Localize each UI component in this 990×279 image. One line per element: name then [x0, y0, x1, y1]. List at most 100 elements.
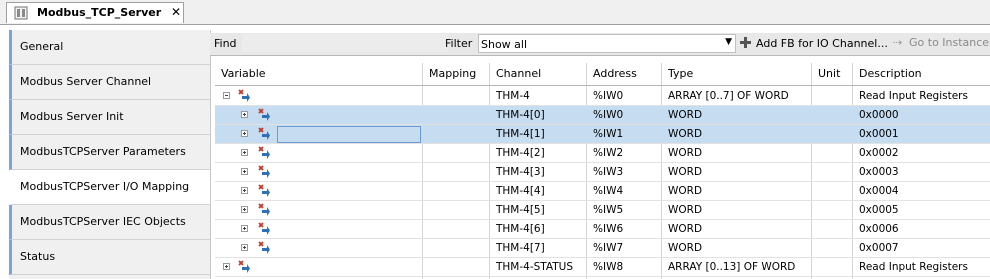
sidebar-item-modbustcpserver-iec-objects[interactable]: ModbusTCPServer IEC Objects: [9, 205, 210, 240]
collapse-icon[interactable]: [223, 92, 230, 99]
table-row[interactable]: THM-4[2] %IW2 WORD 0x0002: [215, 144, 990, 163]
io-channel-icon: [255, 222, 271, 237]
header-channel[interactable]: Channel: [490, 63, 587, 85]
go-to-instance-icon: ⇢: [893, 36, 903, 49]
sidebar-item-modbus-server-channel[interactable]: Modbus Server Channel: [9, 65, 210, 100]
sidebar-item-modbustcpserver-parameters[interactable]: ModbusTCPServer Parameters: [9, 135, 210, 170]
expand-icon[interactable]: [241, 130, 248, 137]
table-row[interactable]: THM-4[5] %IW5 WORD 0x0005: [215, 201, 990, 220]
sidebar-item-label: ModbusTCPServer Parameters: [20, 145, 186, 158]
filter-dropdown[interactable]: Show all ▼: [478, 34, 736, 53]
sidebar-item-label: ModbusTCPServer I/O Mapping: [20, 180, 190, 193]
cell-description: 0x0003: [859, 166, 899, 178]
io-channel-icon: [255, 146, 271, 161]
cell-type: WORD: [668, 109, 703, 121]
io-channel-icon: [255, 127, 271, 142]
find-label: Find: [214, 37, 237, 50]
find-input[interactable]: [242, 34, 448, 52]
go-to-instance-button[interactable]: ⇢ Go to Instance: [893, 36, 989, 49]
header-divider: [215, 85, 990, 86]
add-fb-label: Add FB for IO Channel...: [756, 37, 888, 50]
cell-channel: THM-4[4]: [496, 185, 545, 197]
cell-address: %IW7: [593, 242, 624, 254]
cell-address: %IW4: [593, 185, 624, 197]
io-channel-icon: [255, 165, 271, 180]
cell-address: %IW8: [593, 261, 624, 273]
expand-icon[interactable]: [241, 111, 248, 118]
sidebar-item-label: ModbusTCPServer IEC Objects: [20, 215, 186, 228]
cell-type: WORD: [668, 147, 703, 159]
expand-icon[interactable]: [241, 206, 248, 213]
expand-icon[interactable]: [241, 244, 248, 251]
filter-value: Show all: [481, 38, 528, 51]
table-row[interactable]: THM-4[4] %IW4 WORD 0x0004: [215, 182, 990, 201]
sidebar-item-general[interactable]: General: [9, 30, 210, 65]
header-variable[interactable]: Variable: [215, 63, 423, 85]
cell-type: WORD: [668, 128, 703, 140]
cell-address: %IW0: [593, 109, 624, 121]
cell-channel: THM-4[3]: [496, 166, 545, 178]
mapping-toolbar: Find Filter Show all ▼ Add FB for IO Cha…: [210, 33, 990, 56]
cell-address: %IW6: [593, 223, 624, 235]
expand-icon[interactable]: [241, 225, 248, 232]
cell-description: 0x0004: [859, 185, 899, 197]
cell-address: %IW1: [593, 128, 624, 140]
table-row[interactable]: THM-4[7] %IW7 WORD 0x0007: [215, 239, 990, 258]
table-row[interactable]: THM-4 %IW0 ARRAY [0..7] OF WORD Read Input …: [215, 87, 990, 106]
dropdown-arrow-icon[interactable]: ▼: [725, 37, 732, 47]
cell-type: WORD: [668, 166, 703, 178]
editor-tab-strip: Modbus_TCP_Server ✕: [0, 0, 990, 25]
cell-address: %IW0: [593, 90, 624, 102]
cell-channel: THM-4[5]: [496, 204, 545, 216]
cell-channel: THM-4-STATUS: [496, 261, 574, 273]
io-channel-icon: [255, 184, 271, 199]
sidebar-item-label: Modbus Server Channel: [20, 75, 152, 88]
cell-channel: THM-4[0]: [496, 109, 545, 121]
sidebar-item-label: General: [20, 40, 64, 53]
variable-edit-field[interactable]: [277, 126, 421, 143]
table-row[interactable]: THM-4[0] %IW0 WORD 0x0000: [215, 106, 990, 125]
header-address[interactable]: Address: [587, 63, 662, 85]
cell-address: %IW3: [593, 166, 624, 178]
sidebar-item-modbus-server-init[interactable]: Modbus Server Init: [9, 100, 210, 135]
close-icon[interactable]: ✕: [171, 5, 181, 19]
cell-type: WORD: [668, 204, 703, 216]
cell-description: 0x0002: [859, 147, 899, 159]
filter-label: Filter: [445, 37, 473, 50]
cell-description: 0x0005: [859, 204, 899, 216]
editor-tab-modbus-tcp-server[interactable]: Modbus_TCP_Server ✕: [6, 2, 184, 23]
sidebar-item-label: Modbus Server Init: [20, 110, 124, 123]
io-channel-icon: [255, 241, 271, 256]
cell-type: ARRAY [0..13] OF WORD: [668, 261, 796, 273]
expand-icon[interactable]: [241, 187, 248, 194]
sidebar-item-modbustcpserver-i-o-mapping[interactable]: ModbusTCPServer I/O Mapping: [9, 170, 210, 205]
table-row[interactable]: THM-4[3] %IW3 WORD 0x0003: [215, 163, 990, 182]
cell-description: Read Input Registers: [859, 90, 968, 102]
header-mapping[interactable]: Mapping: [423, 63, 490, 85]
go-to-instance-label: Go to Instance: [909, 36, 990, 49]
cell-channel: THM-4[6]: [496, 223, 545, 235]
header-type[interactable]: Type: [662, 63, 812, 85]
sidebar-item-status[interactable]: Status: [9, 240, 210, 275]
cell-channel: THM-4[1]: [496, 128, 545, 140]
table-row[interactable]: THM-4[1] %IW1 WORD 0x0001: [215, 125, 990, 144]
cell-channel: THM-4[2]: [496, 147, 545, 159]
cell-address: %IW2: [593, 147, 624, 159]
table-row[interactable]: THM-4-STATUS %IW8 ARRAY [0..13] OF WORD Rea…: [215, 258, 990, 277]
header-description[interactable]: Description: [853, 63, 990, 85]
sidebar-item-label: Status: [20, 250, 56, 263]
expand-icon[interactable]: [223, 263, 230, 270]
device-icon: [14, 6, 28, 20]
expand-icon[interactable]: [241, 168, 248, 175]
header-unit[interactable]: Unit: [812, 63, 853, 85]
editor-tab-title: Modbus_TCP_Server: [37, 6, 162, 19]
expand-icon[interactable]: [241, 149, 248, 156]
add-fb-button[interactable]: Add FB for IO Channel...: [740, 36, 888, 50]
cell-type: ARRAY [0..7] OF WORD: [668, 90, 789, 102]
io-channel-icon: [235, 89, 251, 104]
cell-channel: THM-4: [496, 90, 530, 102]
table-row[interactable]: THM-4[6] %IW6 WORD 0x0006: [215, 220, 990, 239]
io-mapping-table: Variable Mapping Channel Address Type Un…: [215, 63, 990, 279]
cell-address: %IW5: [593, 204, 624, 216]
cell-channel: THM-4[7]: [496, 242, 545, 254]
